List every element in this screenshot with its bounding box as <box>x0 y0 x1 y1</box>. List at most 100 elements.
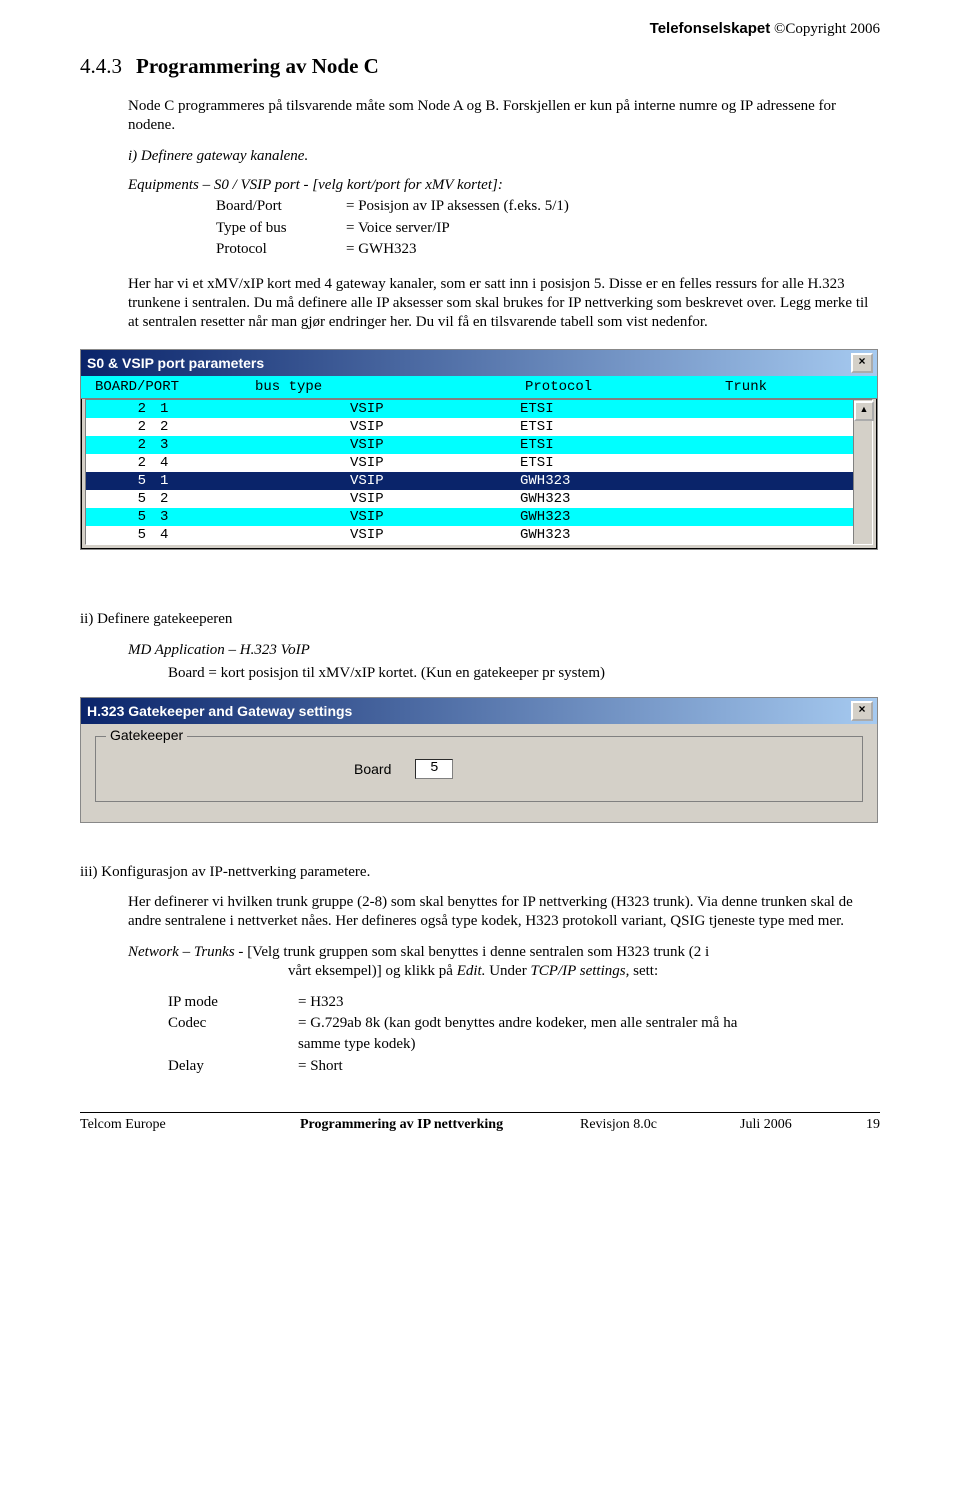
nt-tcp: TCP/IP settings, <box>530 963 629 979</box>
cell-protocol: ETSI <box>520 437 700 453</box>
cell-board: 5 <box>100 527 160 543</box>
cell-trunk <box>700 509 872 525</box>
cell-board: 5 <box>100 473 160 489</box>
kv-key: Protocol <box>216 239 346 259</box>
vsip-window: S0 & VSIP port parameters × BOARD/PORT b… <box>80 349 878 550</box>
gatekeeper-groupbox: Gatekeeper Board 5 <box>95 736 863 802</box>
cell-port: 4 <box>160 527 220 543</box>
page-header: Telefonselskapet ©Copyright 2006 <box>80 20 880 38</box>
cell-board: 5 <box>100 509 160 525</box>
table-row[interactable]: 54VSIPGWH323 <box>86 526 872 544</box>
footer-date: Juli 2006 <box>740 1117 850 1133</box>
kv-val: = G.729ab 8k (kan godt benyttes andre ko… <box>298 1013 737 1033</box>
gateway-paragraph: Her har vi et xMV/xIP kort med 4 gateway… <box>128 275 880 331</box>
board-input[interactable]: 5 <box>415 759 453 779</box>
equipments-line: Equipments – S0 / VSIP port - [velg kort… <box>128 177 503 193</box>
col-trunk: Trunk <box>725 379 877 395</box>
cell-trunk <box>700 401 872 417</box>
cell-port: 2 <box>160 491 220 507</box>
section-heading: Programmering av Node C <box>136 54 379 78</box>
table-row[interactable]: 51VSIPGWH323 <box>86 472 872 490</box>
step-iii: iii) Konfigurasjon av IP-nettverking par… <box>80 863 880 882</box>
nt-edit: Edit. <box>457 963 486 979</box>
table-row[interactable]: 23VSIPETSI <box>86 436 872 454</box>
kv-key: Board/Port <box>216 196 346 216</box>
cell-board: 2 <box>100 437 160 453</box>
kv-val: samme type kodek) <box>298 1034 415 1054</box>
intro-paragraph: Node C programmeres på tilsvarende måte … <box>128 97 880 135</box>
cell-bustype: VSIP <box>220 509 520 525</box>
cell-trunk <box>700 437 872 453</box>
col-protocol: Protocol <box>525 379 725 395</box>
kv-val: = GWH323 <box>346 239 417 259</box>
footer-pagenum: 19 <box>850 1117 880 1133</box>
table-row[interactable]: 22VSIPETSI <box>86 418 872 436</box>
cell-port: 4 <box>160 455 220 471</box>
footer-company: Telcom Europe <box>80 1117 300 1133</box>
table-row[interactable]: 53VSIPGWH323 <box>86 508 872 526</box>
brand: Telefonselskapet <box>650 20 771 37</box>
board-line: Board = kort posisjon til xMV/xIP kortet… <box>168 664 880 683</box>
kv-key: IP mode <box>168 992 298 1012</box>
cell-bustype: VSIP <box>220 401 520 417</box>
col-boardport: BOARD/PORT <box>95 379 255 395</box>
kv-key: Codec <box>168 1013 298 1033</box>
cell-port: 1 <box>160 401 220 417</box>
board-label: Board <box>354 761 391 777</box>
cell-protocol: GWH323 <box>520 527 700 543</box>
cell-protocol: GWH323 <box>520 491 700 507</box>
cell-board: 2 <box>100 401 160 417</box>
scrollbar[interactable]: ▲ <box>853 400 872 544</box>
table-row[interactable]: 21VSIPETSI <box>86 400 872 418</box>
cell-board: 2 <box>100 419 160 435</box>
copyright: ©Copyright 2006 <box>770 21 880 37</box>
groupbox-label: Gatekeeper <box>106 727 187 743</box>
kv-val: = Posisjon av IP aksessen (f.eks. 5/1) <box>346 196 569 216</box>
vsip-title: S0 & VSIP port parameters <box>87 355 264 371</box>
step-ii: ii) Definere gatekeeperen <box>80 610 880 629</box>
col-bustype: bus type <box>255 379 525 395</box>
cell-bustype: VSIP <box>220 473 520 489</box>
section-number: 4.4.3 <box>80 54 122 78</box>
gatekeeper-titlebar[interactable]: H.323 Gatekeeper and Gateway settings × <box>81 698 877 724</box>
gatekeeper-title: H.323 Gatekeeper and Gateway settings <box>87 703 352 719</box>
network-trunks: Network – Trunks - [Velg trunk gruppen s… <box>128 943 880 982</box>
cell-trunk <box>700 491 872 507</box>
scroll-up-icon[interactable]: ▲ <box>854 401 874 421</box>
section-title: 4.4.3 Programmering av Node C <box>80 54 880 79</box>
equipment-block: Equipments – S0 / VSIP port - [velg kort… <box>128 177 880 259</box>
cell-protocol: GWH323 <box>520 509 700 525</box>
footer-doc-title: Programmering av IP nettverking <box>300 1117 580 1133</box>
cell-bustype: VSIP <box>220 455 520 471</box>
table-row[interactable]: 52VSIPGWH323 <box>86 490 872 508</box>
cell-bustype: VSIP <box>220 527 520 543</box>
close-icon[interactable]: × <box>851 353 873 373</box>
cell-port: 2 <box>160 419 220 435</box>
kv-val: = H323 <box>298 992 344 1012</box>
kv-val: = Voice server/IP <box>346 218 450 238</box>
kv-val: = Short <box>298 1056 343 1076</box>
step-i: i) Definere gateway kanalene. <box>128 147 880 166</box>
cell-port: 3 <box>160 509 220 525</box>
cell-bustype: VSIP <box>220 419 520 435</box>
cell-board: 5 <box>100 491 160 507</box>
cell-trunk <box>700 527 872 543</box>
kv-key: Delay <box>168 1056 298 1076</box>
table-row[interactable]: 24VSIPETSI <box>86 454 872 472</box>
nt-part1: [Velg trunk gruppen som skal benyttes i … <box>247 944 709 960</box>
gatekeeper-window: H.323 Gatekeeper and Gateway settings × … <box>80 697 878 823</box>
nt-sett: sett: <box>629 963 658 979</box>
network-trunks-label: Network – Trunks - <box>128 944 247 960</box>
cell-trunk <box>700 455 872 471</box>
cell-protocol: ETSI <box>520 455 700 471</box>
cell-board: 2 <box>100 455 160 471</box>
cell-protocol: ETSI <box>520 419 700 435</box>
close-icon[interactable]: × <box>851 701 873 721</box>
md-application: MD Application – H.323 VoIP <box>128 641 880 660</box>
cell-port: 3 <box>160 437 220 453</box>
cell-port: 1 <box>160 473 220 489</box>
cell-bustype: VSIP <box>220 437 520 453</box>
vsip-header-row: BOARD/PORT bus type Protocol Trunk <box>81 376 877 399</box>
vsip-titlebar[interactable]: S0 & VSIP port parameters × <box>81 350 877 376</box>
cell-bustype: VSIP <box>220 491 520 507</box>
